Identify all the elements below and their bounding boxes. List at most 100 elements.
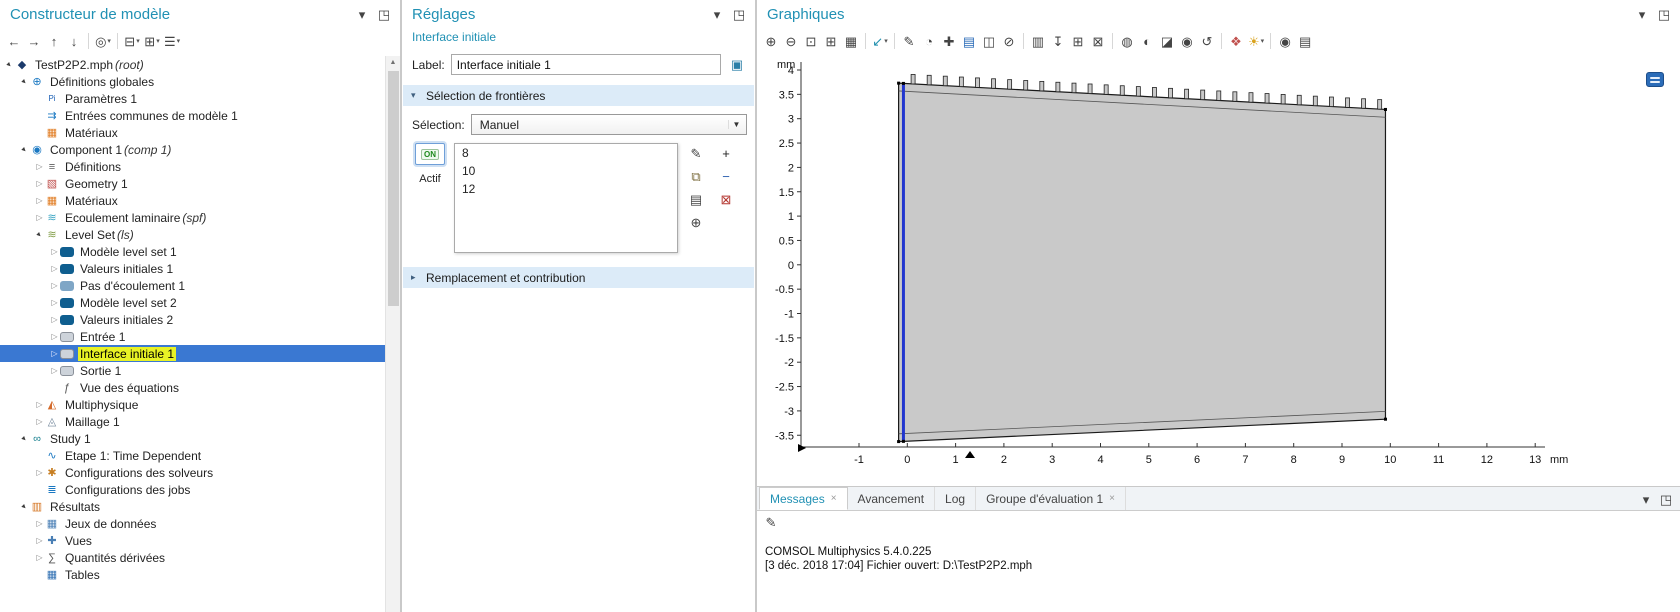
tree-item-interface-initiale-1[interactable]: ▷Interface initiale 1 [0,345,385,362]
tree-item-configurations-des-jobs[interactable]: ≣Configurations des jobs [0,481,385,498]
tree-item-d-finitions[interactable]: ▷≡Définitions [0,158,385,175]
selection-item-8[interactable]: 8 [455,144,677,162]
tree-item-pas-d-coulement-1[interactable]: ▷Pas d'écoulement 1 [0,277,385,294]
back-icon[interactable]: ← [4,31,24,51]
zoom-box-icon[interactable]: ⊡ [801,31,821,51]
pin-icon[interactable]: ◳ [1656,489,1676,509]
boundary-selection-list[interactable]: 81012 [454,143,678,253]
orbit-mode-icon[interactable]: ◔ [919,31,939,51]
tree-item-param-tres-1[interactable]: PiParamètres 1 [0,90,385,107]
scene-capture-icon[interactable]: ◉ [1177,31,1197,51]
tree-item-r-sultats[interactable]: ▸▥Résultats [0,498,385,515]
go-to-default-view-icon[interactable]: ↙▾ [870,31,890,51]
expand-arrow-icon[interactable]: ▷ [49,332,60,341]
edit-geometry-icon[interactable]: ✎ [899,31,919,51]
expand-arrow-icon[interactable]: ▷ [49,281,60,290]
tree-item-component-1[interactable]: ▸◉Component 1 (comp 1) [0,141,385,158]
image-settings-icon[interactable]: ▤ [959,31,979,51]
tree-item-mat-riaux[interactable]: ▷▦Matériaux [0,192,385,209]
tree-item-mat-riaux[interactable]: ▦Matériaux [0,124,385,141]
expand-arrow-icon[interactable]: ▷ [49,366,60,375]
expand-arrow-icon[interactable]: ▷ [34,400,45,409]
clear-selection-icon[interactable]: ⊠ [716,189,736,209]
tree-item-valeurs-initiales-1[interactable]: ▷Valeurs initiales 1 [0,260,385,277]
collapse-all-icon[interactable]: ⊟▾ [122,31,142,51]
zoom-out-icon[interactable]: ⊖ [781,31,801,51]
panel-menu-icon[interactable]: ▾ [1632,4,1652,24]
material-color-icon[interactable]: ◐ [1137,31,1157,51]
tab-messages[interactable]: Messages× [759,487,848,510]
tree-item-geometry-1[interactable]: ▷▧Geometry 1 [0,175,385,192]
expand-arrow-icon[interactable]: ▷ [34,536,45,545]
expand-arrow-icon[interactable]: ▷ [49,298,60,307]
add-icon[interactable]: + [716,143,736,163]
show-icon[interactable]: ◎▾ [93,31,113,51]
tree-item-level-set[interactable]: ▸≋Level Set (ls) [0,226,385,243]
tree-item-tables[interactable]: ▦Tables [0,566,385,583]
copy-selection-icon[interactable]: ⧉ [686,166,706,186]
expand-arrow-icon[interactable]: ▷ [34,417,45,426]
pin-icon[interactable]: ◳ [729,4,749,24]
expand-arrow-icon[interactable]: ▷ [34,196,45,205]
tree-item-entr-es-communes-de-mod-le-1[interactable]: ⇉Entrées communes de modèle 1 [0,107,385,124]
tree-item-mod-le-level-set-2[interactable]: ▷Modèle level set 2 [0,294,385,311]
scrollbar-thumb[interactable] [388,71,399,306]
zoom-in-icon[interactable]: ⊕ [761,31,781,51]
label-input[interactable] [451,54,721,75]
expand-all-icon[interactable]: ⊞▾ [142,31,162,51]
forward-icon[interactable]: → [24,31,44,51]
snapshot-icon[interactable]: ◉ [1275,31,1295,51]
element-properties-icon[interactable]: ▣ [727,55,747,75]
expand-arrow-icon[interactable]: ▷ [49,264,60,273]
zoom-to-selection-icon[interactable]: ⊕ [686,212,706,232]
model-tree-options-icon[interactable]: ☰▾ [162,31,182,51]
panel-menu-icon[interactable]: ▾ [352,4,372,24]
tab-log[interactable]: Log [935,487,976,510]
selection-item-10[interactable]: 10 [455,162,677,180]
tree-item-testp2p2-mph[interactable]: ▸◆TestP2P2.mph (root) [0,56,385,73]
expand-arrow-icon[interactable]: ▷ [34,553,45,562]
wireframe-mode-icon[interactable]: ◫ [979,31,999,51]
tab-groupe-d-valuation-1[interactable]: Groupe d'évaluation 1× [976,487,1126,510]
plot-area[interactable]: 43.532.521.510.50-0.5-1-1.5-2-2.5-3-3.5-… [757,56,1680,486]
tab-avancement[interactable]: Avancement [848,487,936,510]
tree-scrollbar[interactable]: ▲ [385,56,400,612]
reset-view-icon[interactable]: ↺ [1197,31,1217,51]
tree-item-entr-e-1[interactable]: ▷Entrée 1 [0,328,385,345]
deselect-all-icon[interactable]: ⊠ [1088,31,1108,51]
selection-dropdown[interactable]: Manuel ▼ [471,114,747,135]
tree-item-sortie-1[interactable]: ▷Sortie 1 [0,362,385,379]
zoom-extents-icon[interactable]: ⊞ [821,31,841,51]
panel-menu-icon[interactable]: ▾ [1636,489,1656,509]
scrollbar-up-icon[interactable]: ▲ [386,56,400,69]
panel-menu-icon[interactable]: ▾ [707,4,727,24]
tab-close-icon[interactable]: × [831,493,837,504]
paste-selection-icon[interactable]: ▤ [686,189,706,209]
tree-item-vues[interactable]: ▷✚Vues [0,532,385,549]
clear-messages-icon[interactable]: ✎ [761,512,781,532]
export-image-icon[interactable]: ↧ [1048,31,1068,51]
tree-item-configurations-des-solveurs[interactable]: ▷✱Configurations des solveurs [0,464,385,481]
clip-view-icon[interactable]: ◪ [1157,31,1177,51]
expand-arrow-icon[interactable]: ▷ [34,468,45,477]
tree-item-jeux-de-donn-es[interactable]: ▷▦Jeux de données [0,515,385,532]
tree-item-valeurs-initiales-2[interactable]: ▷Valeurs initiales 2 [0,311,385,328]
expand-arrow-icon[interactable]: ▷ [34,179,45,188]
expand-arrow-icon[interactable]: ▷ [49,247,60,256]
tree-item-multiphysique[interactable]: ▷◭Multiphysique [0,396,385,413]
hide-selected-icon[interactable]: ⊘ [999,31,1019,51]
move-down-icon[interactable]: ↓ [64,31,84,51]
select-box-icon[interactable]: ⊞ [1068,31,1088,51]
expand-arrow-icon[interactable]: ▷ [49,349,60,358]
tree-item-maillage-1[interactable]: ▷◬Maillage 1 [0,413,385,430]
expand-arrow-icon[interactable]: ▷ [49,315,60,324]
remove-icon[interactable]: − [716,166,736,186]
plot-properties-icon[interactable] [1646,72,1664,87]
scene-light-icon[interactable]: ☀▾ [1246,31,1266,51]
print-plot-icon[interactable]: ▥ [1028,31,1048,51]
pin-icon[interactable]: ◳ [1654,4,1674,24]
tree-item-vue-des-quations[interactable]: ƒVue des équations [0,379,385,396]
pin-icon[interactable]: ◳ [374,4,394,24]
active-toggle-button[interactable]: ON [415,143,445,165]
tree-item-ecoulement-laminaire[interactable]: ▷≋Ecoulement laminaire (spf) [0,209,385,226]
